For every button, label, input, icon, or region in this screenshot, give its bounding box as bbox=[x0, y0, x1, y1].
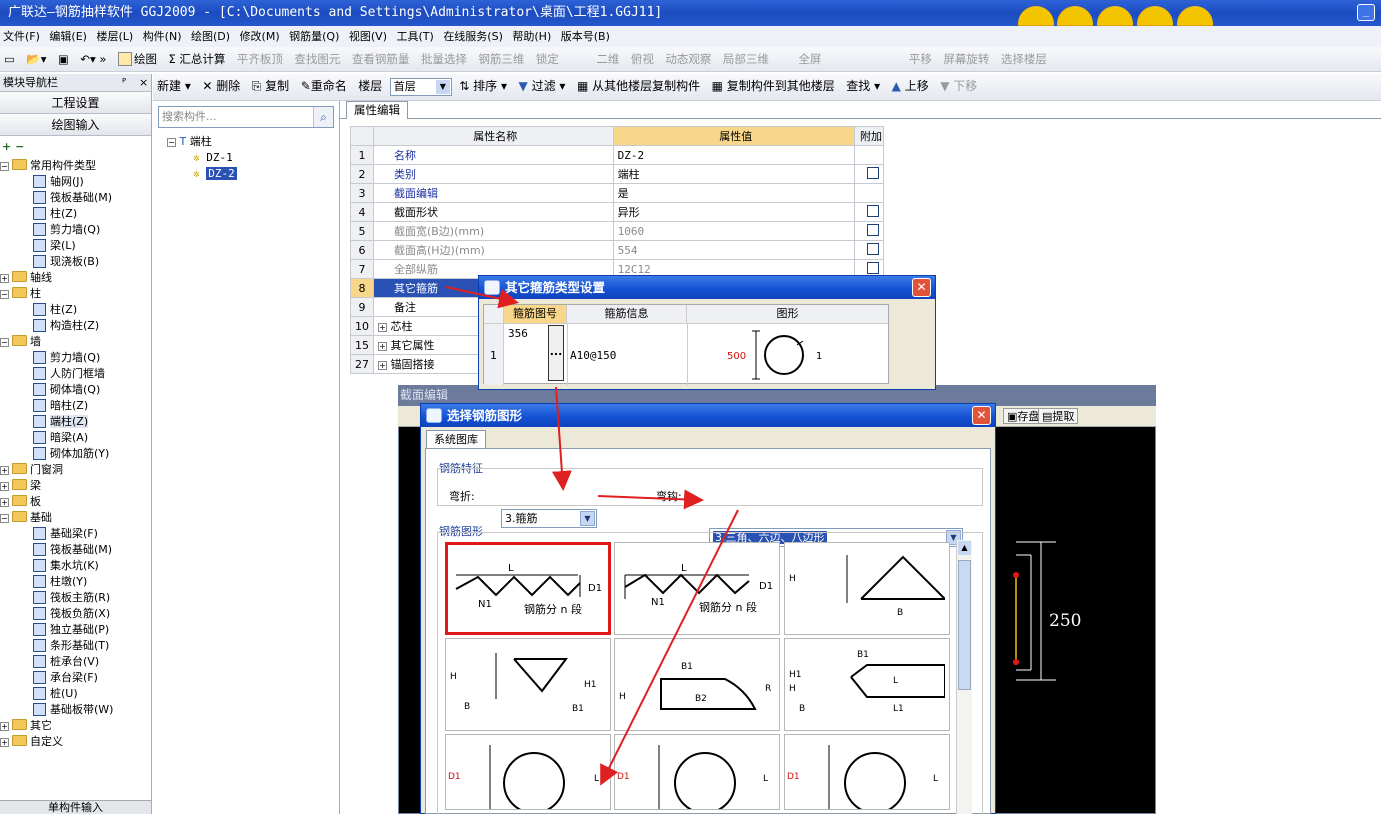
annotation-arrows bbox=[445, 286, 739, 786]
